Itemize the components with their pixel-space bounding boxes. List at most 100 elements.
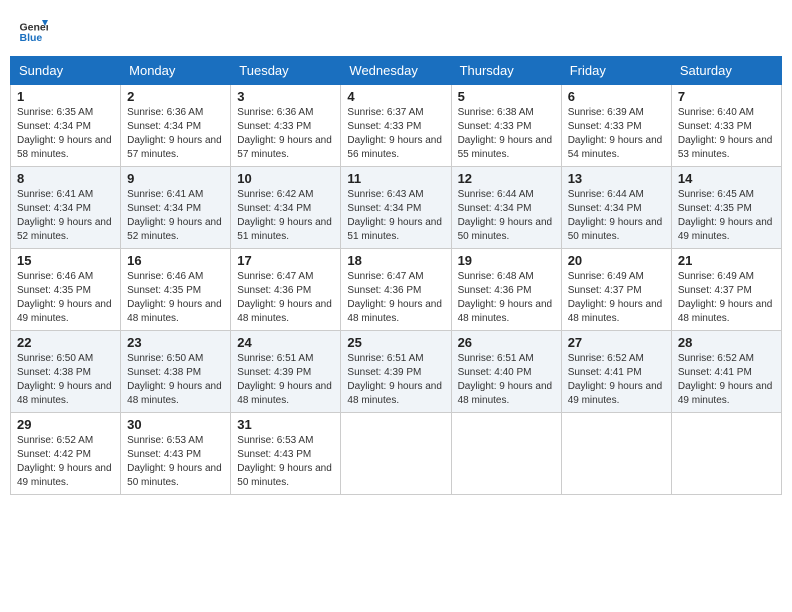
day-number: 6: [568, 89, 665, 104]
day-detail: Sunrise: 6:47 AMSunset: 4:36 PMDaylight:…: [237, 270, 334, 326]
calendar-week-row: 1 Sunrise: 6:35 AMSunset: 4:34 PMDaylight…: [11, 85, 782, 167]
calendar-week-row: 22 Sunrise: 6:50 AMSunset: 4:38 PMDayligh…: [11, 331, 782, 413]
calendar-table: SundayMondayTuesdayWednesdayThursdayFrid…: [10, 56, 782, 495]
day-number: 4: [347, 89, 444, 104]
calendar-cell: [561, 413, 671, 495]
day-detail: Sunrise: 6:51 AMSunset: 4:40 PMDaylight:…: [458, 352, 555, 408]
calendar-cell: 10 Sunrise: 6:42 AMSunset: 4:34 PMDayligh…: [231, 167, 341, 249]
calendar-week-row: 8 Sunrise: 6:41 AMSunset: 4:34 PMDaylight…: [11, 167, 782, 249]
weekday-header-sunday: Sunday: [11, 57, 121, 85]
calendar-cell: 1 Sunrise: 6:35 AMSunset: 4:34 PMDaylight…: [11, 85, 121, 167]
day-number: 22: [17, 335, 114, 350]
weekday-header-saturday: Saturday: [671, 57, 781, 85]
day-detail: Sunrise: 6:40 AMSunset: 4:33 PMDaylight:…: [678, 106, 775, 162]
day-detail: Sunrise: 6:38 AMSunset: 4:33 PMDaylight:…: [458, 106, 555, 162]
calendar-cell: 26 Sunrise: 6:51 AMSunset: 4:40 PMDayligh…: [451, 331, 561, 413]
day-number: 19: [458, 253, 555, 268]
day-number: 14: [678, 171, 775, 186]
calendar-cell: 17 Sunrise: 6:47 AMSunset: 4:36 PMDayligh…: [231, 249, 341, 331]
day-detail: Sunrise: 6:49 AMSunset: 4:37 PMDaylight:…: [568, 270, 665, 326]
calendar-cell: 21 Sunrise: 6:49 AMSunset: 4:37 PMDayligh…: [671, 249, 781, 331]
day-number: 21: [678, 253, 775, 268]
calendar-cell: 11 Sunrise: 6:43 AMSunset: 4:34 PMDayligh…: [341, 167, 451, 249]
day-detail: Sunrise: 6:50 AMSunset: 4:38 PMDaylight:…: [17, 352, 114, 408]
svg-text:Blue: Blue: [20, 32, 43, 44]
day-number: 24: [237, 335, 334, 350]
day-detail: Sunrise: 6:44 AMSunset: 4:34 PMDaylight:…: [458, 188, 555, 244]
calendar-cell: [451, 413, 561, 495]
day-number: 12: [458, 171, 555, 186]
calendar-cell: 24Sunrise: 6:51 AMSunset: 4:39 PMDayligh…: [231, 331, 341, 413]
calendar-cell: 29Sunrise: 6:52 AMSunset: 4:42 PMDayligh…: [11, 413, 121, 495]
calendar-cell: 14 Sunrise: 6:45 AMSunset: 4:35 PMDayligh…: [671, 167, 781, 249]
calendar-cell: 3 Sunrise: 6:36 AMSunset: 4:33 PMDaylight…: [231, 85, 341, 167]
day-detail: Sunrise: 6:42 AMSunset: 4:34 PMDaylight:…: [237, 188, 334, 244]
day-detail: Sunrise: 6:37 AMSunset: 4:33 PMDaylight:…: [347, 106, 444, 162]
day-number: 30: [127, 417, 224, 432]
day-number: 9: [127, 171, 224, 186]
calendar-cell: 15 Sunrise: 6:46 AMSunset: 4:35 PMDayligh…: [11, 249, 121, 331]
day-number: 13: [568, 171, 665, 186]
weekday-header-wednesday: Wednesday: [341, 57, 451, 85]
day-detail: Sunrise: 6:51 AMSunset: 4:39 PMDaylight:…: [347, 352, 444, 408]
day-number: 26: [458, 335, 555, 350]
day-detail: Sunrise: 6:52 AMSunset: 4:41 PMDaylight:…: [568, 352, 665, 408]
day-number: 17: [237, 253, 334, 268]
day-number: 23: [127, 335, 224, 350]
weekday-header-monday: Monday: [121, 57, 231, 85]
day-detail: Sunrise: 6:36 AMSunset: 4:34 PMDaylight:…: [127, 106, 224, 162]
day-number: 10: [237, 171, 334, 186]
day-number: 1: [17, 89, 114, 104]
day-detail: Sunrise: 6:46 AMSunset: 4:35 PMDaylight:…: [17, 270, 114, 326]
calendar-cell: 31 Sunrise: 6:53 AMSunset: 4:43 PMDayligh…: [231, 413, 341, 495]
day-number: 29: [17, 417, 114, 432]
day-detail: Sunrise: 6:43 AMSunset: 4:34 PMDaylight:…: [347, 188, 444, 244]
calendar-cell: 25 Sunrise: 6:51 AMSunset: 4:39 PMDayligh…: [341, 331, 451, 413]
day-detail: Sunrise: 6:35 AMSunset: 4:34 PMDaylight:…: [17, 106, 114, 162]
day-number: 25: [347, 335, 444, 350]
calendar-cell: 5 Sunrise: 6:38 AMSunset: 4:33 PMDaylight…: [451, 85, 561, 167]
day-number: 15: [17, 253, 114, 268]
day-number: 8: [17, 171, 114, 186]
calendar-cell: 18 Sunrise: 6:47 AMSunset: 4:36 PMDayligh…: [341, 249, 451, 331]
day-detail: Sunrise: 6:53 AMSunset: 4:43 PMDaylight:…: [237, 434, 334, 490]
calendar-cell: 30Sunrise: 6:53 AMSunset: 4:43 PMDayligh…: [121, 413, 231, 495]
calendar-cell: 12 Sunrise: 6:44 AMSunset: 4:34 PMDayligh…: [451, 167, 561, 249]
day-detail: Sunrise: 6:46 AMSunset: 4:35 PMDaylight:…: [127, 270, 224, 326]
day-detail: Sunrise: 6:52 AMSunset: 4:41 PMDaylight:…: [678, 352, 775, 408]
logo-icon: General Blue: [18, 14, 48, 44]
day-number: 31: [237, 417, 334, 432]
calendar-cell: [341, 413, 451, 495]
calendar-cell: 2 Sunrise: 6:36 AMSunset: 4:34 PMDaylight…: [121, 85, 231, 167]
weekday-header-tuesday: Tuesday: [231, 57, 341, 85]
calendar-cell: 23 Sunrise: 6:50 AMSunset: 4:38 PMDayligh…: [121, 331, 231, 413]
calendar-cell: 27Sunrise: 6:52 AMSunset: 4:41 PMDayligh…: [561, 331, 671, 413]
calendar-cell: 8 Sunrise: 6:41 AMSunset: 4:34 PMDaylight…: [11, 167, 121, 249]
calendar-cell: 9Sunrise: 6:41 AMSunset: 4:34 PMDaylight…: [121, 167, 231, 249]
calendar-cell: 7 Sunrise: 6:40 AMSunset: 4:33 PMDaylight…: [671, 85, 781, 167]
calendar-week-row: 29Sunrise: 6:52 AMSunset: 4:42 PMDayligh…: [11, 413, 782, 495]
calendar-week-row: 15 Sunrise: 6:46 AMSunset: 4:35 PMDayligh…: [11, 249, 782, 331]
calendar-cell: 19Sunrise: 6:48 AMSunset: 4:36 PMDayligh…: [451, 249, 561, 331]
day-detail: Sunrise: 6:50 AMSunset: 4:38 PMDaylight:…: [127, 352, 224, 408]
day-number: 18: [347, 253, 444, 268]
day-number: 28: [678, 335, 775, 350]
day-number: 5: [458, 89, 555, 104]
day-detail: Sunrise: 6:45 AMSunset: 4:35 PMDaylight:…: [678, 188, 775, 244]
day-number: 7: [678, 89, 775, 104]
calendar-cell: 4 Sunrise: 6:37 AMSunset: 4:33 PMDaylight…: [341, 85, 451, 167]
day-detail: Sunrise: 6:47 AMSunset: 4:36 PMDaylight:…: [347, 270, 444, 326]
day-detail: Sunrise: 6:49 AMSunset: 4:37 PMDaylight:…: [678, 270, 775, 326]
day-number: 11: [347, 171, 444, 186]
calendar-cell: 22 Sunrise: 6:50 AMSunset: 4:38 PMDayligh…: [11, 331, 121, 413]
calendar-cell: 28 Sunrise: 6:52 AMSunset: 4:41 PMDayligh…: [671, 331, 781, 413]
weekday-header-friday: Friday: [561, 57, 671, 85]
day-detail: Sunrise: 6:41 AMSunset: 4:34 PMDaylight:…: [17, 188, 114, 244]
day-number: 2: [127, 89, 224, 104]
weekday-header-thursday: Thursday: [451, 57, 561, 85]
day-detail: Sunrise: 6:36 AMSunset: 4:33 PMDaylight:…: [237, 106, 334, 162]
day-detail: Sunrise: 6:39 AMSunset: 4:33 PMDaylight:…: [568, 106, 665, 162]
day-number: 20: [568, 253, 665, 268]
calendar-cell: 16Sunrise: 6:46 AMSunset: 4:35 PMDayligh…: [121, 249, 231, 331]
day-number: 3: [237, 89, 334, 104]
